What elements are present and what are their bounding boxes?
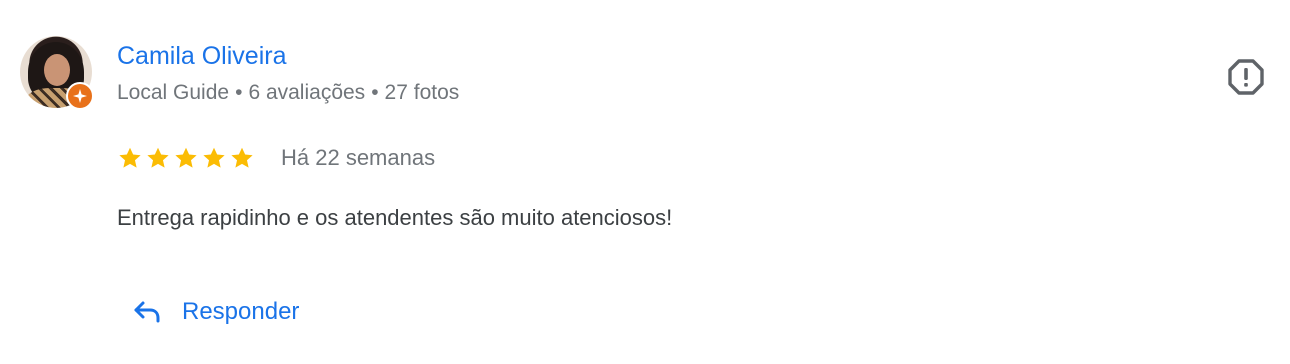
review-count: 6 avaliações	[248, 81, 366, 104]
report-octagon-icon	[1228, 59, 1264, 95]
report-button[interactable]	[1226, 58, 1266, 96]
meta-separator: •	[235, 81, 243, 104]
avatar-face	[44, 54, 70, 86]
meta-separator: •	[371, 81, 379, 104]
local-guide-label: Local Guide	[117, 81, 230, 104]
author-name[interactable]: Camila Oliveira	[117, 40, 286, 72]
reply-button[interactable]: Responder	[132, 292, 299, 332]
photo-count: 27 fotos	[384, 81, 460, 104]
local-guide-star-icon	[73, 89, 87, 103]
star-icon	[119, 147, 141, 168]
review-card: Camila Oliveira Local Guide • 6 avaliações…	[0, 0, 1290, 364]
star-rating	[117, 145, 255, 171]
star-icon	[203, 147, 225, 168]
reply-arrow-icon	[134, 301, 160, 323]
star-icon	[175, 147, 197, 168]
local-guide-badge-icon	[66, 82, 94, 110]
author-meta: Local Guide • 6 avaliações • 27 fotos	[117, 78, 459, 108]
rating-row: Há 22 semanas	[117, 142, 435, 174]
star-icon	[231, 147, 253, 168]
star-icon	[147, 147, 169, 168]
reply-label: Responder	[182, 298, 300, 325]
review-time: Há 22 semanas	[281, 145, 436, 170]
review-text: Entrega rapidinho e os atendentes são mu…	[117, 205, 673, 230]
